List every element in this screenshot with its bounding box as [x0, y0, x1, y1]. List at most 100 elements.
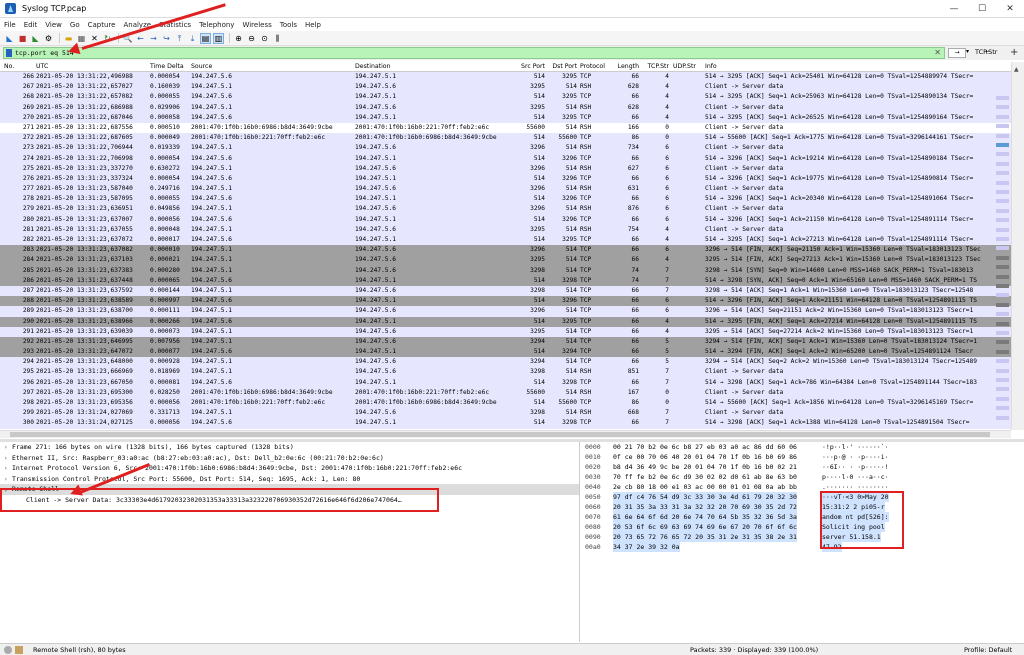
menu-go[interactable]: Go [66, 21, 84, 29]
column-header-info[interactable]: Info [705, 62, 1011, 72]
menu-edit[interactable]: Edit [20, 21, 42, 29]
go-back-icon[interactable]: ← [135, 33, 146, 44]
menu-capture[interactable]: Capture [84, 21, 120, 29]
resize-columns-icon[interactable]: ⫼ [272, 33, 283, 44]
stop-capture-icon[interactable]: ■ [17, 33, 28, 44]
column-header-time-delta[interactable]: Time Delta [150, 62, 190, 72]
packet-row[interactable]: 275 2021-05-20 13:31:23,337270 0.630272 194… [0, 163, 1011, 174]
menu-file[interactable]: File [0, 21, 20, 29]
packet-row[interactable]: 273 2021-05-20 13:31:22,706944 0.019339 194… [0, 143, 1011, 154]
zoom-reset-icon[interactable]: ⊙ [259, 33, 270, 44]
detail-tree-item[interactable]: › Frame 271: 166 bytes on wire (1328 bits… [0, 442, 579, 453]
packet-row[interactable]: 281 2021-05-20 13:31:23,637055 0.000048 194… [0, 224, 1011, 235]
bookmark-icon[interactable] [6, 49, 12, 57]
filter-button-tcp-str-label[interactable]: TCP.Str [975, 48, 997, 56]
packet-row[interactable]: 278 2021-05-20 13:31:23,587095 0.000055 194… [0, 194, 1011, 205]
packet-row[interactable]: 292 2021-05-20 13:31:23,646995 0.007956 194… [0, 336, 1011, 348]
packet-row[interactable]: 285 2021-05-20 13:31:23,637383 0.000280 194… [0, 265, 1011, 276]
hex-row[interactable]: 0070 61 6e 64 6f 6d 20 6e 74 70 64 5b 35 … [582, 512, 1024, 522]
status-profile[interactable]: Profile: Default [964, 646, 1012, 654]
column-header-udp-str[interactable]: UDP.Str [673, 62, 701, 72]
packet-row[interactable]: 269 2021-05-20 13:31:22,686988 0.029906 194… [0, 102, 1011, 113]
packet-row[interactable]: 284 2021-05-20 13:31:23,637103 0.000021 194… [0, 255, 1011, 266]
menu-view[interactable]: View [41, 21, 66, 29]
packet-row[interactable]: 299 2021-05-20 13:31:24,027069 0.331713 194… [0, 408, 1011, 419]
column-header-destination[interactable]: Destination [355, 62, 515, 72]
menu-wireless[interactable]: Wireless [238, 21, 275, 29]
hex-row[interactable]: 0000 00 21 70 b2 0e 6c b8 27 eb 03 a0 ac … [582, 442, 1024, 452]
packet-row[interactable]: 298 2021-05-20 13:31:23,695356 0.000056 200… [0, 398, 1011, 409]
save-file-icon[interactable]: ▦ [76, 33, 87, 44]
zoom-out-icon[interactable]: ⊖ [246, 33, 257, 44]
last-packet-icon[interactable]: ⤓ [187, 33, 198, 44]
packet-row[interactable]: 272 2021-05-20 13:31:22,687605 0.000049 200… [0, 133, 1011, 144]
column-header-tcp-str[interactable]: TCP.Str [643, 62, 669, 72]
packet-row[interactable]: 293 2021-05-20 13:31:23,647072 0.000077 194… [0, 347, 1011, 358]
packet-row[interactable]: 276 2021-05-20 13:31:23,337324 0.000054 194… [0, 173, 1011, 185]
hex-row[interactable]: 0030 70 ff fe b2 0e 6c d9 30 02 02 d0 61 … [582, 472, 1024, 482]
restart-capture-icon[interactable]: ◣ [30, 33, 41, 44]
packet-row[interactable]: 288 2021-05-20 13:31:23,638589 0.000997 194… [0, 296, 1011, 307]
packet-row[interactable]: 290 2021-05-20 13:31:23,638966 0.000266 194… [0, 316, 1011, 327]
packet-row[interactable]: 291 2021-05-20 13:31:23,639039 0.000073 194… [0, 326, 1011, 337]
hex-row[interactable]: 0040 2e cb 80 18 00 e1 03 ac 00 00 01 01 … [582, 482, 1024, 492]
packet-row[interactable]: 274 2021-05-20 13:31:22,706998 0.000054 194… [0, 153, 1011, 164]
column-header-dst-port[interactable]: Dst Port [549, 62, 577, 72]
add-filter-button[interactable]: + [1010, 47, 1018, 58]
column-header-source[interactable]: Source [191, 62, 353, 72]
filter-history-icon[interactable]: ▾ [966, 48, 974, 58]
close-icon[interactable]: ✕ [996, 0, 1024, 18]
colorize-icon[interactable]: ▥ [213, 32, 224, 44]
packet-row[interactable]: 279 2021-05-20 13:31:23,636951 0.049856 194… [0, 204, 1011, 215]
packet-row[interactable]: 267 2021-05-20 13:31:22,657027 0.160039 194… [0, 82, 1011, 93]
maximize-icon[interactable]: ☐ [968, 0, 996, 18]
open-file-icon[interactable]: ▬ [63, 33, 74, 44]
go-to-packet-icon[interactable]: ↪ [161, 33, 172, 44]
detail-tree-item[interactable]: › Internet Protocol Version 6, Src: 2001:… [0, 463, 579, 474]
autoscroll-icon[interactable]: ▤ [200, 32, 211, 44]
go-forward-icon[interactable]: → [148, 33, 159, 44]
column-header-protocol[interactable]: Protocol [580, 62, 612, 72]
hex-row[interactable]: 00a0 34 37 2e 39 32 0a 47.92 [582, 542, 1024, 552]
packet-list-hscrollbar[interactable] [0, 430, 1011, 438]
zoom-in-icon[interactable]: ⊕ [233, 33, 244, 44]
clear-filter-icon[interactable]: ✕ [934, 48, 941, 57]
minimize-icon[interactable]: — [940, 0, 968, 18]
packet-row[interactable]: 270 2021-05-20 13:31:22,687046 0.000058 194… [0, 112, 1011, 123]
expert-info-icon[interactable] [4, 645, 12, 654]
capture-options-icon[interactable]: ⚙ [43, 33, 54, 44]
comment-icon[interactable] [15, 645, 23, 654]
column-header-src-port[interactable]: Src Port [517, 62, 545, 72]
detail-tree-item[interactable]: › Ethernet II, Src: Raspberr_03:a0:ac (b8… [0, 453, 579, 464]
packet-row[interactable]: 289 2021-05-20 13:31:23,638700 0.000111 194… [0, 306, 1011, 317]
column-header-length[interactable]: Length [613, 62, 639, 72]
packet-row[interactable]: 300 2021-05-20 13:31:24,027125 0.000056 194… [0, 418, 1011, 429]
first-packet-icon[interactable]: ⤒ [174, 33, 185, 44]
packet-row[interactable]: 271 2021-05-20 13:31:22,687556 0.000510 200… [0, 123, 1011, 133]
packet-row[interactable]: 296 2021-05-20 13:31:23,667050 0.000081 194… [0, 377, 1011, 388]
apply-filter-icon[interactable]: → [948, 48, 966, 58]
menu-help[interactable]: Help [301, 21, 325, 29]
packet-row[interactable]: 295 2021-05-20 13:31:23,666969 0.018969 194… [0, 367, 1011, 378]
hex-row[interactable]: 0010 0f ce 00 70 06 40 20 01 04 70 1f 0b … [582, 452, 1024, 462]
hex-row[interactable]: 0080 20 53 6f 6c 69 63 69 74 69 6e 67 20 … [582, 522, 1024, 532]
column-header-no-[interactable]: No. [4, 62, 34, 72]
packet-row[interactable]: 287 2021-05-20 13:31:23,637592 0.000144 194… [0, 285, 1011, 297]
display-filter-text[interactable]: tcp.port eq 514 [15, 49, 74, 57]
packet-row[interactable]: 266 2021-05-20 13:31:22,496988 0.000054 194… [0, 72, 1011, 83]
start-capture-icon[interactable]: ◣ [4, 33, 15, 44]
column-header-utc[interactable]: UTC [36, 62, 148, 72]
packet-row[interactable]: 297 2021-05-20 13:31:23,695300 0.028250 200… [0, 387, 1011, 398]
hex-row[interactable]: 0050 97 df c4 76 54 d9 3c 33 30 3e 4d 61 … [582, 492, 1024, 502]
packet-row[interactable]: 280 2021-05-20 13:31:23,637007 0.000056 194… [0, 214, 1011, 225]
packet-row[interactable]: 283 2021-05-20 13:31:23,637082 0.000010 194… [0, 245, 1011, 256]
hex-row[interactable]: 0060 20 31 35 3a 33 31 3a 32 32 20 70 69 … [582, 502, 1024, 512]
detail-tree-item[interactable]: › Transmission Control Protocol, Src Port… [0, 474, 579, 485]
packet-list-minimap[interactable] [996, 96, 1009, 426]
packet-row[interactable]: 294 2021-05-20 13:31:23,648000 0.000928 194… [0, 357, 1011, 368]
packet-row[interactable]: 282 2021-05-20 13:31:23,637072 0.000017 194… [0, 235, 1011, 246]
packet-row[interactable]: 286 2021-05-20 13:31:23,637448 0.000065 194… [0, 275, 1011, 286]
hex-row[interactable]: 0090 20 73 65 72 76 65 72 20 35 31 2e 31 … [582, 532, 1024, 542]
scroll-up-icon[interactable]: ▲ [1014, 66, 1023, 73]
packet-list-scrollbar[interactable]: ▲ [1011, 62, 1024, 430]
